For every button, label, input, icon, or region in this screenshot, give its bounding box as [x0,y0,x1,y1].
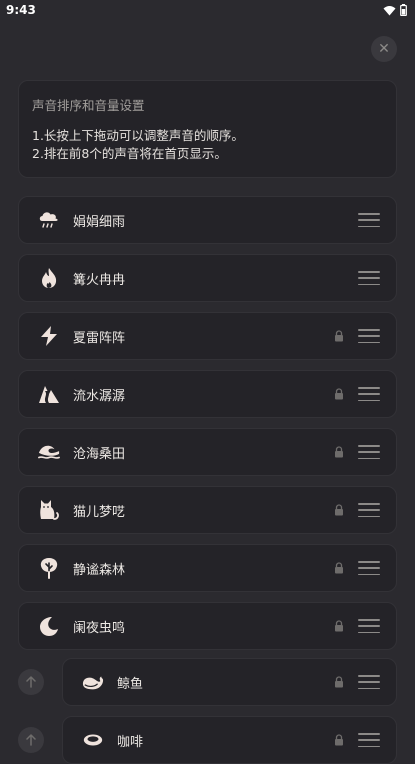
sound-row-sea[interactable]: 沧海桑田 [18,428,397,476]
sound-row-rain[interactable]: 娟娟细雨 [18,196,397,244]
drag-handle[interactable] [358,329,380,343]
move-up-button[interactable] [18,669,44,695]
lock-icon [335,734,343,746]
sound-row-whale[interactable]: 鲸鱼 [62,658,397,706]
drag-handle[interactable] [358,733,380,747]
battery-icon [400,4,407,16]
sound-name: 猫儿梦呓 [73,504,126,520]
sound-name: 娟娟细雨 [73,214,126,230]
close-button[interactable]: ✕ [371,36,397,62]
wave-icon [38,441,60,463]
sound-name: 阑夜虫鸣 [73,620,126,636]
drag-handle[interactable] [358,213,380,227]
drag-handle[interactable] [358,503,380,517]
sound-row-coffee[interactable]: 咖啡 [62,716,397,764]
close-icon: ✕ [378,41,390,57]
lock-icon [335,676,343,688]
info-line-1: 1.长按上下拖动可以调整声音的顺序。 [32,128,244,143]
sound-name: 沧海桑田 [73,446,126,462]
sound-row-stream[interactable]: 流水潺潺 [18,370,397,418]
tree-icon [38,557,60,579]
moon-icon [38,615,60,637]
lock-icon [335,388,343,400]
sound-name: 篝火冉冉 [73,272,126,288]
fire-icon [38,267,60,289]
drag-handle[interactable] [358,387,380,401]
sound-row-forest[interactable]: 静谧森林 [18,544,397,592]
rain-cloud-icon [38,209,60,231]
sound-row-thunder[interactable]: 夏雷阵阵 [18,312,397,360]
sound-name: 夏雷阵阵 [73,330,126,346]
drag-handle[interactable] [358,445,380,459]
drag-handle[interactable] [358,271,380,285]
arrow-up-icon [26,734,36,746]
sound-name: 流水潺潺 [73,388,126,404]
drag-handle[interactable] [358,675,380,689]
status-time: 9:43 [6,3,36,17]
drag-handle[interactable] [358,619,380,633]
arrow-up-icon [26,676,36,688]
info-title: 声音排序和音量设置 [32,98,145,113]
lock-icon [335,562,343,574]
sound-row-insects[interactable]: 阑夜虫鸣 [18,602,397,650]
wifi-icon [383,5,396,15]
lock-icon [335,330,343,342]
lock-icon [335,504,343,516]
info-card: 声音排序和音量设置 1.长按上下拖动可以调整声音的顺序。 2.排在前8个的声音将… [18,80,397,178]
coffee-icon [82,729,104,751]
lightning-icon [38,325,60,347]
whale-icon [82,671,104,693]
status-icons [383,4,407,16]
stream-icon [38,383,60,405]
cat-icon [38,499,60,521]
drag-handle[interactable] [358,561,380,575]
lock-icon [335,446,343,458]
sound-row-fire[interactable]: 篝火冉冉 [18,254,397,302]
lock-icon [335,620,343,632]
sound-name: 鲸鱼 [117,676,144,692]
sound-name: 静谧森林 [73,562,126,578]
info-line-2: 2.排在前8个的声音将在首页显示。 [32,146,227,161]
sound-row-cat[interactable]: 猫儿梦呓 [18,486,397,534]
sound-name: 咖啡 [117,734,144,750]
status-bar: 9:43 [0,0,415,20]
move-up-button[interactable] [18,727,44,753]
